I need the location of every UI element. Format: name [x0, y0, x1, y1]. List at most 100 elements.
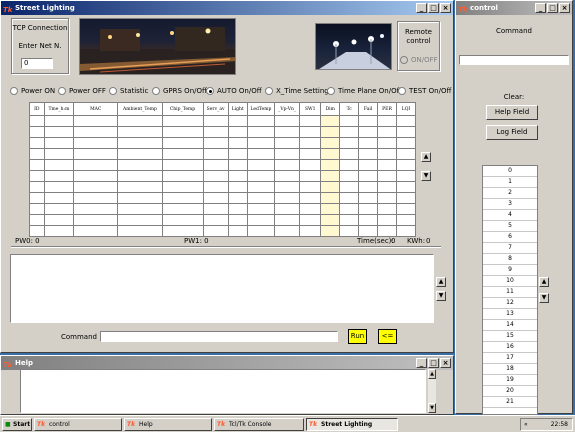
table-cell[interactable] [395, 137, 417, 149]
table-cell[interactable] [29, 170, 45, 182]
table-cell[interactable] [202, 170, 229, 182]
table-cell[interactable] [73, 181, 119, 193]
table-cell[interactable] [117, 126, 163, 138]
table-cell[interactable] [395, 148, 417, 160]
radio-dot[interactable] [58, 87, 66, 95]
table-cell[interactable] [274, 192, 301, 204]
table-cell[interactable] [227, 181, 248, 193]
table-cell[interactable] [161, 170, 204, 182]
list-item[interactable]: 9 [483, 265, 537, 276]
table-cell[interactable] [320, 214, 341, 226]
radio-dot[interactable] [10, 87, 18, 95]
table-cell[interactable] [395, 126, 417, 138]
table-cell[interactable] [395, 225, 417, 237]
minimize-icon[interactable]: _ [416, 358, 427, 368]
table-cell[interactable] [358, 115, 379, 127]
table-cell[interactable] [274, 126, 301, 138]
table-cell[interactable] [358, 126, 379, 138]
table-cell[interactable] [202, 159, 229, 171]
table-cell[interactable] [73, 126, 119, 138]
table-cell[interactable] [73, 137, 119, 149]
close-icon[interactable]: × [440, 358, 451, 368]
table-cell[interactable] [299, 192, 322, 204]
table-cell[interactable] [117, 137, 163, 149]
table-cell[interactable] [43, 203, 75, 215]
table-cell[interactable] [339, 214, 360, 226]
table-cell[interactable] [227, 225, 248, 237]
list-item[interactable]: 21 [483, 397, 537, 408]
table-cell[interactable] [117, 203, 163, 215]
list-item[interactable]: 16 [483, 342, 537, 353]
back-button[interactable]: <= [378, 329, 397, 344]
table-cell[interactable] [320, 126, 341, 138]
table-cell[interactable] [339, 137, 360, 149]
close-icon[interactable]: × [559, 3, 570, 13]
table-row[interactable] [29, 115, 417, 127]
table-cell[interactable] [358, 148, 379, 160]
task-help[interactable]: Tk Help [124, 418, 212, 431]
table-cell[interactable] [29, 148, 45, 160]
table-cell[interactable] [73, 203, 119, 215]
table-cell[interactable] [43, 148, 75, 160]
table-cell[interactable] [246, 192, 276, 204]
table-cell[interactable] [227, 203, 248, 215]
list-item[interactable]: 8 [483, 254, 537, 265]
table-cell[interactable] [299, 214, 322, 226]
table-cell[interactable] [73, 192, 119, 204]
table-cell[interactable] [320, 159, 341, 171]
table-cell[interactable] [73, 214, 119, 226]
table-cell[interactable] [320, 225, 341, 237]
table-cell[interactable] [274, 159, 301, 171]
table-cell[interactable] [161, 159, 204, 171]
table-cell[interactable] [358, 159, 379, 171]
log-field-button[interactable]: Log Field [486, 125, 538, 140]
table-cell[interactable] [320, 137, 341, 149]
table-cell[interactable] [202, 148, 229, 160]
table-cell[interactable] [339, 159, 360, 171]
table-cell[interactable] [358, 225, 379, 237]
table-cell[interactable] [299, 148, 322, 160]
table-cell[interactable] [395, 181, 417, 193]
table-cell[interactable] [29, 181, 45, 193]
table-cell[interactable] [377, 170, 397, 182]
table-cell[interactable] [161, 203, 204, 215]
table-cell[interactable] [29, 203, 45, 215]
list-item[interactable]: 17 [483, 353, 537, 364]
table-cell[interactable] [339, 192, 360, 204]
table-cell[interactable] [202, 115, 229, 127]
table-cell[interactable] [246, 126, 276, 138]
table-cell[interactable] [377, 159, 397, 171]
radio-gprs[interactable]: GPRS On/Off [152, 87, 207, 95]
table-cell[interactable] [274, 115, 301, 127]
table-cell[interactable] [299, 181, 322, 193]
table-cell[interactable] [395, 170, 417, 182]
list-item[interactable]: 10 [483, 276, 537, 287]
node-number-list[interactable]: 0 1 2 3 4 5 6 7 8 9 10 11 12 13 14 15 16 17 18 19 20 21 [482, 165, 538, 415]
list-item[interactable]: 4 [483, 210, 537, 221]
table-row[interactable] [29, 159, 417, 171]
table-cell[interactable] [29, 225, 45, 237]
task-street-lighting[interactable]: Tk Street Lighting [306, 418, 398, 431]
table-cell[interactable] [73, 225, 119, 237]
table-cell[interactable] [274, 181, 301, 193]
table-cell[interactable] [29, 159, 45, 171]
task-control[interactable]: Tk control [34, 418, 122, 431]
table-cell[interactable] [395, 192, 417, 204]
table-cell[interactable] [377, 115, 397, 127]
table-cell[interactable] [227, 170, 248, 182]
table-cell[interactable] [320, 148, 341, 160]
list-item[interactable]: 0 [483, 166, 537, 177]
table-cell[interactable] [358, 214, 379, 226]
radio-power-on[interactable]: Power ON [10, 87, 55, 95]
command-input[interactable] [100, 331, 338, 342]
list-item[interactable]: 11 [483, 287, 537, 298]
table-cell[interactable] [161, 148, 204, 160]
start-button[interactable]: ■ Start [2, 418, 32, 431]
table-cell[interactable] [117, 159, 163, 171]
table-cell[interactable] [395, 214, 417, 226]
table-cell[interactable] [29, 192, 45, 204]
table-cell[interactable] [339, 148, 360, 160]
remote-onoff-radio[interactable]: ON/OFF [400, 56, 438, 64]
run-button[interactable]: Run [348, 329, 367, 344]
table-cell[interactable] [202, 192, 229, 204]
